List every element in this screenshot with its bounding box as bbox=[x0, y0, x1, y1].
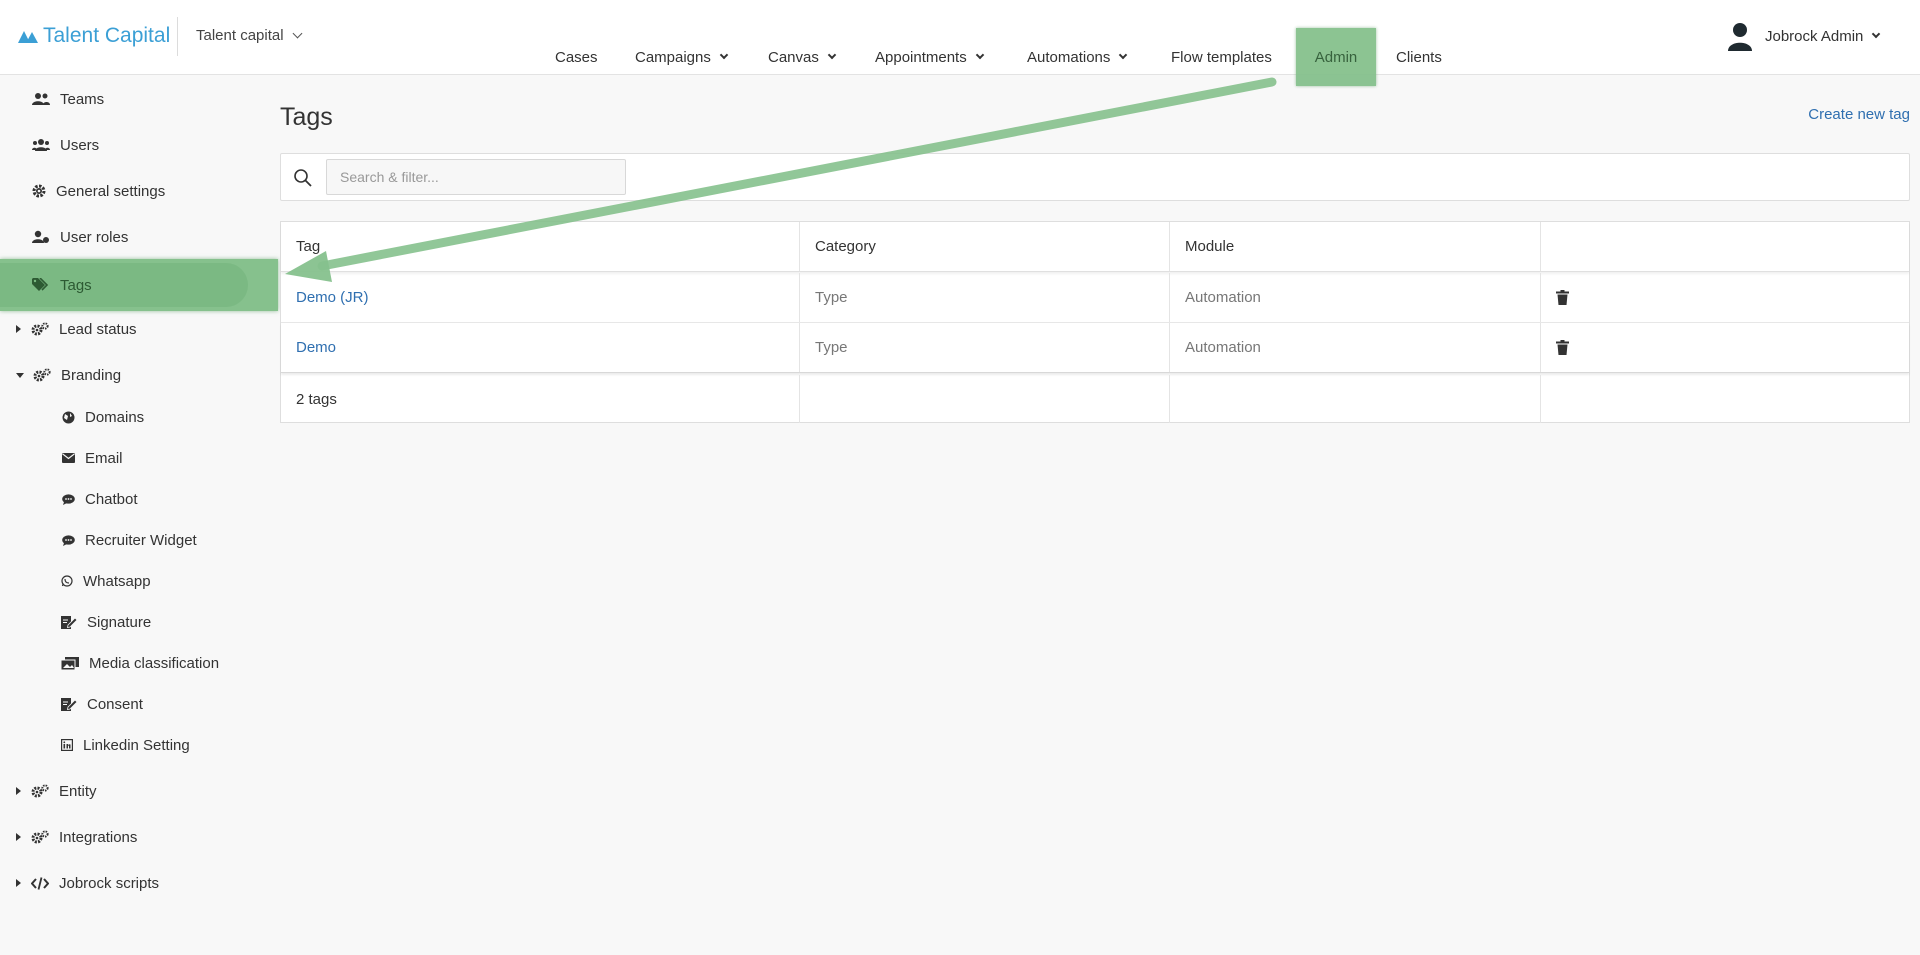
caret-right-icon bbox=[16, 879, 21, 887]
nav-campaigns[interactable]: Campaigns bbox=[635, 28, 729, 86]
sidebar-item-users[interactable]: Users bbox=[0, 125, 278, 165]
signature-icon bbox=[61, 696, 77, 712]
nav-automations[interactable]: Automations bbox=[1027, 28, 1128, 86]
logo-text: Talent Capital bbox=[43, 24, 171, 47]
row-actions bbox=[1541, 323, 1909, 372]
search-bar bbox=[280, 153, 1910, 201]
search-input[interactable] bbox=[326, 159, 626, 195]
nav-admin[interactable]: Admin bbox=[1296, 28, 1376, 86]
nav-cases[interactable]: Cases bbox=[555, 28, 598, 86]
caret-right-icon bbox=[16, 833, 21, 841]
chevron-down-icon bbox=[292, 28, 303, 39]
page-title: Tags bbox=[280, 103, 333, 131]
footer-cell bbox=[1541, 375, 1909, 423]
nav-clients[interactable]: Clients bbox=[1396, 28, 1442, 86]
sidebar-item-teams[interactable]: Teams bbox=[0, 79, 278, 119]
create-new-tag-link[interactable]: Create new tag bbox=[1808, 106, 1910, 123]
tag-category: Type bbox=[800, 323, 1170, 372]
tags-icon bbox=[32, 277, 50, 293]
header-divider bbox=[177, 17, 178, 56]
sidebar-item-lead-status[interactable]: Lead status bbox=[0, 309, 278, 349]
tags-table: Tag Category Module Demo (JR) Type Autom… bbox=[280, 221, 1910, 423]
admin-sidebar: Teams Users General settings User roles … bbox=[0, 76, 278, 955]
trash-icon[interactable] bbox=[1556, 340, 1569, 355]
nav-flow-templates[interactable]: Flow templates bbox=[1171, 28, 1272, 86]
sidebar-item-consent[interactable]: Consent bbox=[0, 684, 278, 724]
chevron-down-icon bbox=[1872, 29, 1881, 39]
user-name: Jobrock Admin bbox=[1765, 27, 1864, 45]
tag-link[interactable]: Demo bbox=[281, 323, 800, 372]
signature-icon bbox=[61, 614, 77, 630]
org-switcher[interactable]: Talent capital bbox=[196, 27, 303, 44]
sidebar-item-media-classification[interactable]: Media classification bbox=[0, 643, 278, 683]
sidebar-item-recruiter-widget[interactable]: Recruiter Widget bbox=[0, 520, 278, 560]
code-icon bbox=[31, 875, 49, 891]
user-role-icon bbox=[32, 229, 50, 245]
whatsapp-icon bbox=[61, 573, 73, 589]
nav-appointments[interactable]: Appointments bbox=[875, 28, 984, 86]
avatar-icon bbox=[1728, 23, 1752, 51]
sidebar-item-integrations[interactable]: Integrations bbox=[0, 817, 278, 857]
sidebar-item-general-settings[interactable]: General settings bbox=[0, 171, 278, 211]
chevron-down-icon bbox=[975, 50, 984, 60]
caret-down-icon bbox=[16, 372, 24, 378]
column-header-category[interactable]: Category bbox=[800, 222, 1170, 271]
mountain-logo-icon bbox=[18, 31, 38, 43]
tag-link[interactable]: Demo (JR) bbox=[281, 273, 800, 322]
sidebar-item-user-roles[interactable]: User roles bbox=[0, 217, 278, 257]
chat-icon bbox=[61, 491, 75, 507]
column-header-actions bbox=[1541, 222, 1909, 271]
tag-category: Type bbox=[800, 273, 1170, 322]
row-actions bbox=[1541, 273, 1909, 322]
org-name: Talent capital bbox=[196, 27, 284, 44]
users-icon bbox=[32, 91, 50, 107]
nav-canvas[interactable]: Canvas bbox=[768, 28, 837, 86]
column-header-module[interactable]: Module bbox=[1170, 222, 1541, 271]
gears-icon bbox=[31, 829, 49, 845]
sidebar-item-jobrock-scripts[interactable]: Jobrock scripts bbox=[0, 863, 278, 903]
sidebar-item-chatbot[interactable]: Chatbot bbox=[0, 479, 278, 519]
sidebar-item-whatsapp[interactable]: Whatsapp bbox=[0, 561, 278, 601]
annotation-arrow bbox=[285, 77, 1277, 282]
chevron-down-icon bbox=[719, 50, 729, 60]
user-menu[interactable]: Jobrock Admin bbox=[1725, 20, 1881, 52]
media-icon bbox=[61, 655, 79, 671]
sidebar-item-branding[interactable]: Branding bbox=[0, 355, 278, 395]
caret-right-icon bbox=[16, 325, 21, 333]
chevron-down-icon bbox=[827, 50, 837, 60]
sidebar-item-entity[interactable]: Entity bbox=[0, 771, 278, 811]
table-header: Tag Category Module bbox=[281, 222, 1909, 272]
brand-logo[interactable]: Talent Capital bbox=[18, 24, 170, 48]
table-row: Demo Type Automation bbox=[281, 323, 1909, 373]
table-footer: 2 tags bbox=[281, 375, 1909, 423]
column-header-tag[interactable]: Tag bbox=[281, 222, 800, 271]
users-group-icon bbox=[32, 137, 50, 153]
sidebar-item-tags[interactable]: Tags bbox=[0, 259, 278, 311]
trash-icon[interactable] bbox=[1556, 290, 1569, 305]
footer-cell bbox=[800, 375, 1170, 423]
table-row: Demo (JR) Type Automation bbox=[281, 273, 1909, 323]
gears-icon bbox=[33, 367, 51, 383]
linkedin-icon bbox=[61, 737, 73, 753]
sidebar-item-signature[interactable]: Signature bbox=[0, 602, 278, 642]
footer-cell bbox=[1170, 375, 1541, 423]
sidebar-item-domains[interactable]: Domains bbox=[0, 397, 278, 437]
chevron-down-icon bbox=[1119, 50, 1128, 60]
gears-icon bbox=[31, 321, 49, 337]
envelope-icon bbox=[61, 450, 75, 466]
sidebar-item-linkedin-setting[interactable]: Linkedin Setting bbox=[0, 725, 278, 765]
caret-right-icon bbox=[16, 787, 21, 795]
globe-icon bbox=[61, 409, 75, 425]
top-header: Talent Capital Talent capital Cases Camp… bbox=[0, 0, 1920, 86]
chat-icon bbox=[61, 532, 75, 548]
search-icon bbox=[294, 169, 312, 187]
sidebar-item-email[interactable]: Email bbox=[0, 438, 278, 478]
gear-icon bbox=[32, 183, 46, 199]
gears-icon bbox=[31, 783, 49, 799]
tag-module: Automation bbox=[1170, 273, 1541, 322]
tag-module: Automation bbox=[1170, 323, 1541, 372]
tag-count: 2 tags bbox=[281, 375, 800, 423]
